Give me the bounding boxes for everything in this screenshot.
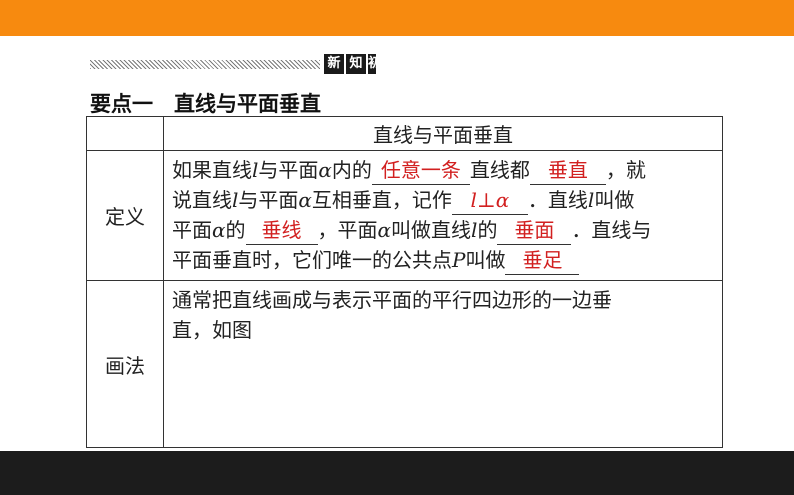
def-line-2: 说直线l与平面α互相垂直，记作 l⊥α ．直线l叫做 bbox=[172, 185, 718, 215]
answer-blank: 垂直 bbox=[529, 156, 606, 185]
row-label-drawing: 画法 bbox=[86, 280, 164, 448]
def-line-4: 平面垂直时，它们唯一的公共点P叫做 垂足 bbox=[172, 245, 718, 275]
row-label-definition: 定义 bbox=[86, 150, 164, 281]
answer-blank: 垂足 bbox=[505, 246, 580, 275]
def-line-1: 如果直线l与平面α内的 任意一条 直线都 垂直 ，就 bbox=[172, 155, 718, 185]
header-empty-cell bbox=[86, 116, 164, 151]
drawing-cell: 通常把直线画成与表示平面的平行四边形的一边垂 直，如图 bbox=[163, 280, 723, 448]
top-banner bbox=[0, 0, 794, 36]
definition-cell: 如果直线l与平面α内的 任意一条 直线都 垂直 ，就 说直线l与平面α互相垂直，记作 l⊥… bbox=[163, 150, 723, 281]
drawing-line-2: 直，如图 bbox=[172, 318, 252, 342]
definition-table: 直线与平面垂直 定义 如果直线l与平面α内的 任意一条 直线都 垂直 ，就 说直线l与平… bbox=[86, 116, 723, 448]
answer-blank: 任意一条 bbox=[371, 156, 470, 185]
badge-char: 初 bbox=[368, 54, 376, 74]
def-line-3: 平面α的 垂线 ，平面α叫做直线l的 垂面 ．直线与 bbox=[172, 215, 718, 245]
badge-char: 新 bbox=[324, 54, 344, 74]
section-heading: 要点一 直线与平面垂直 bbox=[90, 92, 321, 116]
drawing-line-1: 通常把直线画成与表示平面的平行四边形的一边垂 bbox=[172, 288, 612, 312]
badge-char: 知 bbox=[346, 54, 366, 74]
section-badge: 新 知 初 bbox=[324, 54, 376, 74]
header-title: 直线与平面垂直 bbox=[163, 116, 723, 151]
answer-blank: 垂面 bbox=[497, 216, 572, 245]
bottom-banner bbox=[0, 451, 794, 495]
answer-blank: 垂线 bbox=[245, 216, 318, 245]
answer-blank: l⊥α bbox=[451, 186, 528, 215]
decorative-stripe bbox=[90, 60, 320, 69]
